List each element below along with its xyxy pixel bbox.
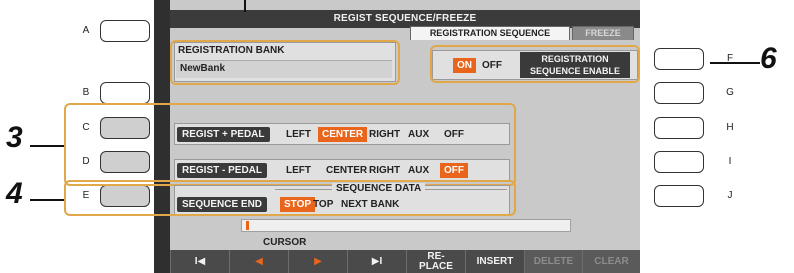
sequence-enable-label: REGISTRATION SEQUENCE ENABLE — [520, 52, 630, 78]
sequence-cursor-marker — [246, 221, 249, 230]
replace-label-line2: PLACE — [419, 261, 453, 272]
callout-6-leader — [710, 62, 760, 64]
arrow-left-icon: ◀ — [255, 256, 263, 267]
pedal-minus-label: REGIST - PEDAL — [177, 163, 268, 178]
delete-button[interactable]: DELETE — [524, 250, 582, 273]
arrow-right-icon: ▶ — [314, 256, 322, 267]
clear-button[interactable]: CLEAR — [582, 250, 640, 273]
side-label-i: I — [728, 156, 732, 167]
enable-on-option[interactable]: ON — [453, 58, 476, 73]
bank-name: NewBank — [180, 63, 226, 74]
pedal-minus-off[interactable]: OFF — [440, 163, 468, 178]
side-label-e: E — [82, 190, 90, 201]
tab-freeze[interactable]: FREEZE — [572, 26, 634, 40]
first-button[interactable]: I◀ — [170, 250, 229, 273]
prev-button[interactable]: ◀ — [229, 250, 288, 273]
enable-label-line2: SEQUENCE ENABLE — [529, 66, 620, 76]
callout-3: 3 — [6, 121, 23, 154]
pedal-minus-right[interactable]: RIGHT — [365, 163, 404, 178]
pedal-plus-label: REGIST + PEDAL — [177, 127, 270, 142]
lcd-button-h[interactable] — [654, 117, 704, 139]
cursor-label: CURSOR — [263, 237, 307, 248]
pedal-plus-off[interactable]: OFF — [440, 127, 468, 142]
sequence-track[interactable] — [241, 219, 571, 232]
lcd-button-j[interactable] — [654, 185, 704, 207]
lcd-button-a[interactable] — [100, 20, 150, 42]
lcd-button-e[interactable] — [100, 185, 150, 207]
pedal-plus-center[interactable]: CENTER — [318, 127, 368, 142]
replace-button[interactable]: RE- PLACE — [406, 250, 465, 273]
lcd-button-f[interactable] — [654, 48, 704, 70]
lcd-button-b[interactable] — [100, 82, 150, 104]
pedal-minus-aux[interactable]: AUX — [404, 163, 433, 178]
side-label-j: J — [727, 190, 733, 201]
side-label-c: C — [82, 122, 90, 133]
last-button[interactable]: ▶I — [347, 250, 406, 273]
sequence-next-bank-option[interactable]: NEXT BANK — [337, 197, 403, 212]
pedal-plus-left[interactable]: LEFT — [282, 127, 315, 142]
sequence-data-title: SEQUENCE DATA — [332, 183, 426, 194]
insert-button[interactable]: INSERT — [465, 250, 524, 273]
pedal-plus-right[interactable]: RIGHT — [365, 127, 404, 142]
pedal-plus-aux[interactable]: AUX — [404, 127, 433, 142]
enable-label-line1: REGISTRATION — [541, 54, 609, 64]
sequence-top-option[interactable]: TOP — [309, 197, 337, 212]
callout-6: 6 — [760, 42, 777, 75]
next-button[interactable]: ▶ — [288, 250, 347, 273]
callout-3-leader — [30, 145, 64, 147]
lcd-button-c[interactable] — [100, 117, 150, 139]
pedal-minus-left[interactable]: LEFT — [282, 163, 315, 178]
registration-bank-header: REGISTRATION BANK — [178, 45, 285, 56]
pedal-minus-center[interactable]: CENTER — [322, 163, 371, 178]
skip-last-icon: ▶I — [371, 256, 383, 267]
lcd-button-d[interactable] — [100, 151, 150, 173]
side-label-h: H — [726, 122, 734, 133]
tab-registration-sequence[interactable]: REGISTRATION SEQUENCE — [410, 26, 570, 40]
side-label-g: G — [726, 87, 734, 98]
callout-4: 4 — [6, 177, 23, 210]
callout-4-leader — [30, 199, 64, 201]
skip-first-icon: I◀ — [194, 256, 206, 267]
lcd-button-i[interactable] — [654, 151, 704, 173]
enable-off-option[interactable]: OFF — [478, 58, 506, 73]
callout-leader-top — [244, 0, 246, 12]
side-label-d: D — [82, 156, 90, 167]
side-label-a: A — [82, 25, 90, 36]
side-label-b: B — [82, 87, 90, 98]
sequence-end-label: SEQUENCE END — [177, 197, 268, 212]
lcd-button-g[interactable] — [654, 82, 704, 104]
